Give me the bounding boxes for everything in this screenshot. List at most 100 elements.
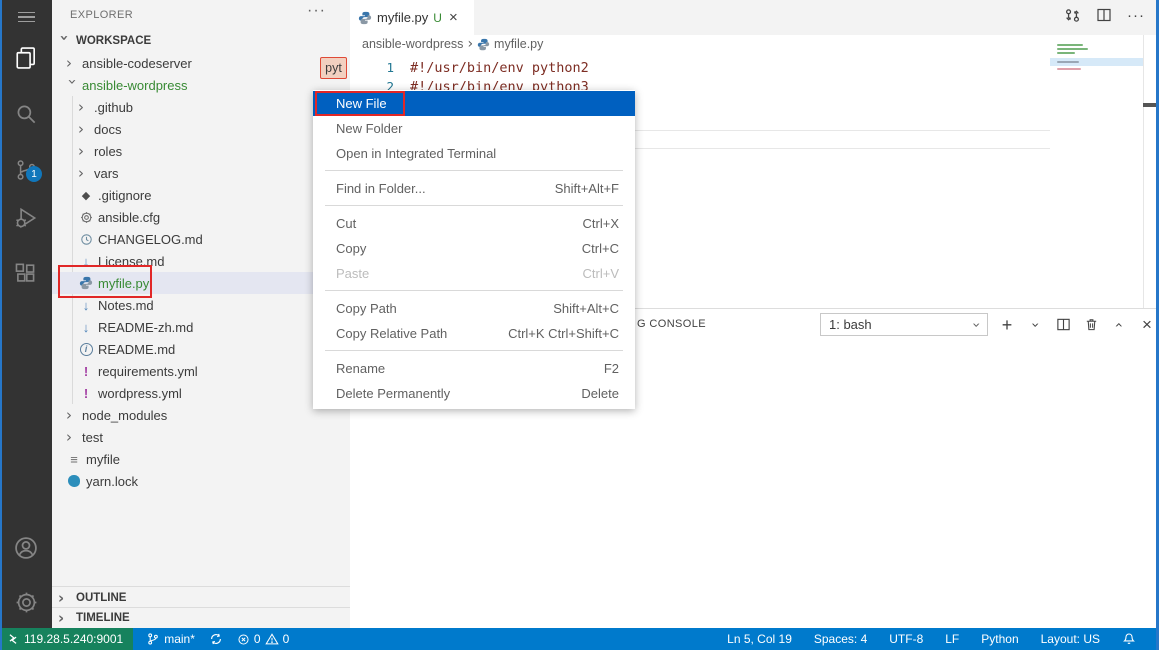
scrollbar-track (1143, 35, 1144, 308)
search-icon[interactable] (0, 94, 52, 134)
split-terminal-icon[interactable] (1054, 316, 1072, 334)
menu-item-open-in-integrated-terminal[interactable]: Open in Integrated Terminal (313, 141, 635, 166)
terminal-select[interactable]: 1: bash › (820, 313, 988, 336)
python-icon (358, 11, 372, 25)
chevron-down-icon[interactable]: › (1027, 322, 1043, 328)
config-gear-icon (78, 209, 94, 225)
editor-toolbar: ··· (1063, 6, 1145, 24)
minimap[interactable] (1050, 53, 1143, 308)
maximize-panel-icon[interactable]: › (1111, 322, 1127, 328)
run-debug-icon[interactable] (0, 198, 52, 238)
encoding[interactable]: UTF-8 (882, 628, 930, 650)
account-icon[interactable] (0, 528, 52, 568)
tree-item-ansible-cfg[interactable]: ansible.cfg (52, 206, 350, 228)
chevron-right-icon: › (78, 122, 92, 136)
tree-item-roles[interactable]: ›roles (52, 140, 350, 162)
chevron-right-icon: › (78, 166, 92, 180)
menu-item-cut[interactable]: CutCtrl+X (313, 211, 635, 236)
tree-item-wordpress-yml[interactable]: !wordpress.yml (52, 382, 350, 404)
tree-item-readme-zh-md[interactable]: ↓README-zh.md (52, 316, 350, 338)
tab-myfile-py[interactable]: myfile.py U × (350, 0, 474, 35)
language-mode[interactable]: Python (974, 628, 1025, 650)
indentation[interactable]: Spaces: 4 (807, 628, 874, 650)
open-changes-icon[interactable] (1063, 6, 1081, 24)
chevron-right-icon: › (78, 100, 92, 114)
tree-item-vars[interactable]: ›vars (52, 162, 350, 184)
error-icon (237, 633, 250, 646)
info-icon: i (78, 341, 94, 357)
git-branch-status[interactable]: main* (139, 628, 202, 650)
tree-item-docs[interactable]: ›docs (52, 118, 350, 140)
menu-separator (325, 205, 623, 206)
explorer-icon[interactable] (0, 38, 52, 78)
menu-icon[interactable] (0, 4, 52, 30)
remote-indicator[interactable]: 119.28.5.240:9001 (0, 628, 133, 650)
plain-file-icon: ≡ (66, 451, 82, 467)
scm-badge: 1 (26, 166, 42, 182)
tab-strip: myfile.py U × ··· (350, 0, 1159, 35)
keyboard-layout[interactable]: Layout: US (1034, 628, 1107, 650)
python-icon (78, 275, 94, 291)
tree-item-test[interactable]: ›test (52, 426, 350, 448)
tree-item-notes-md[interactable]: ↓Notes.md (52, 294, 350, 316)
yaml-icon: ! (78, 385, 94, 401)
eol-sequence[interactable]: LF (938, 628, 966, 650)
yarn-icon (66, 473, 82, 489)
panel-tab-debug-console[interactable]: G CONSOLE (637, 318, 706, 330)
menu-separator (325, 350, 623, 351)
chevron-right-icon: › (58, 611, 72, 625)
remote-icon (6, 632, 20, 646)
code-line: 1#!/usr/bin/env python2 (350, 58, 589, 77)
sidebar-title: EXPLORER (70, 9, 133, 21)
close-icon[interactable]: × (449, 9, 458, 26)
views-more-actions-icon[interactable]: ··· (307, 2, 326, 20)
menu-item-rename[interactable]: RenameF2 (313, 356, 635, 381)
kill-terminal-trash-icon[interactable] (1082, 316, 1100, 334)
git-file-icon: ◆ (78, 187, 94, 203)
markdown-icon: ↓ (78, 297, 94, 313)
tree-item-ansible-codeserver[interactable]: ›ansible-codeserver (52, 52, 350, 74)
split-editor-icon[interactable] (1095, 6, 1113, 24)
timeline-section-header[interactable]: › TIMELINE (52, 607, 350, 628)
outline-section-header[interactable]: › OUTLINE (52, 586, 350, 608)
workspace-section-header[interactable]: › WORKSPACE (52, 30, 350, 52)
menu-item-copy[interactable]: CopyCtrl+C (313, 236, 635, 261)
menu-item-copy-path[interactable]: Copy PathShift+Alt+C (313, 296, 635, 321)
menu-item-delete-permanently[interactable]: Delete PermanentlyDelete (313, 381, 635, 406)
explorer-sidebar: EXPLORER ··· › WORKSPACE ›ansible-codese… (52, 0, 350, 628)
tree-item-myfile[interactable]: ≡myfile (52, 448, 350, 470)
tree-item-github[interactable]: ›.github (52, 96, 350, 118)
sync-changes[interactable] (202, 628, 230, 650)
notifications-bell-icon[interactable] (1115, 628, 1143, 650)
breadcrumb-file[interactable]: myfile.py (494, 37, 543, 51)
tree-item-node-modules[interactable]: ›node_modules (52, 404, 350, 426)
extensions-icon[interactable] (0, 253, 52, 293)
tree-item-readme-md[interactable]: iREADME.md (52, 338, 350, 360)
branch-icon (146, 632, 160, 646)
settings-gear-icon[interactable] (0, 582, 52, 622)
tree-item-changelog-md[interactable]: CHANGELOG.md (52, 228, 350, 250)
breadcrumb-folder[interactable]: ansible-wordpress (362, 37, 463, 51)
tab-label: myfile.py (377, 10, 428, 25)
close-panel-icon[interactable]: × (1138, 316, 1156, 334)
chevron-right-icon: › (66, 56, 80, 70)
problems-status[interactable]: 0 0 (230, 628, 296, 650)
panel-actions: + › › × (998, 313, 1156, 336)
tree-item-license-md[interactable]: ↓License.md (52, 250, 350, 272)
menu-item-new-file[interactable]: New File (313, 91, 635, 116)
cursor-position[interactable]: Ln 5, Col 19 (720, 628, 799, 650)
tree-item-myfile-py[interactable]: myfile.py (52, 272, 350, 294)
more-actions-icon[interactable]: ··· (1127, 6, 1145, 24)
menu-item-copy-relative-path[interactable]: Copy Relative PathCtrl+K Ctrl+Shift+C (313, 321, 635, 346)
new-terminal-icon[interactable]: + (998, 316, 1016, 334)
menu-item-find-in-folder[interactable]: Find in Folder...Shift+Alt+F (313, 176, 635, 201)
markdown-icon: ↓ (78, 253, 94, 269)
menu-item-new-folder[interactable]: New Folder (313, 116, 635, 141)
activity-bar: 1 (0, 0, 52, 628)
status-bar: 119.28.5.240:9001 main* 0 0 Ln 5, Col 19… (0, 628, 1159, 650)
tree-item-yarn-lock[interactable]: yarn.lock (52, 470, 350, 492)
context-menu: New File New Folder Open in Integrated T… (313, 90, 635, 409)
tree-item-ansible-wordpress[interactable]: ›ansible-wordpress (52, 74, 350, 96)
tree-item-requirements-yml[interactable]: !requirements.yml (52, 360, 350, 382)
tree-item-gitignore[interactable]: ◆.gitignore (52, 184, 350, 206)
